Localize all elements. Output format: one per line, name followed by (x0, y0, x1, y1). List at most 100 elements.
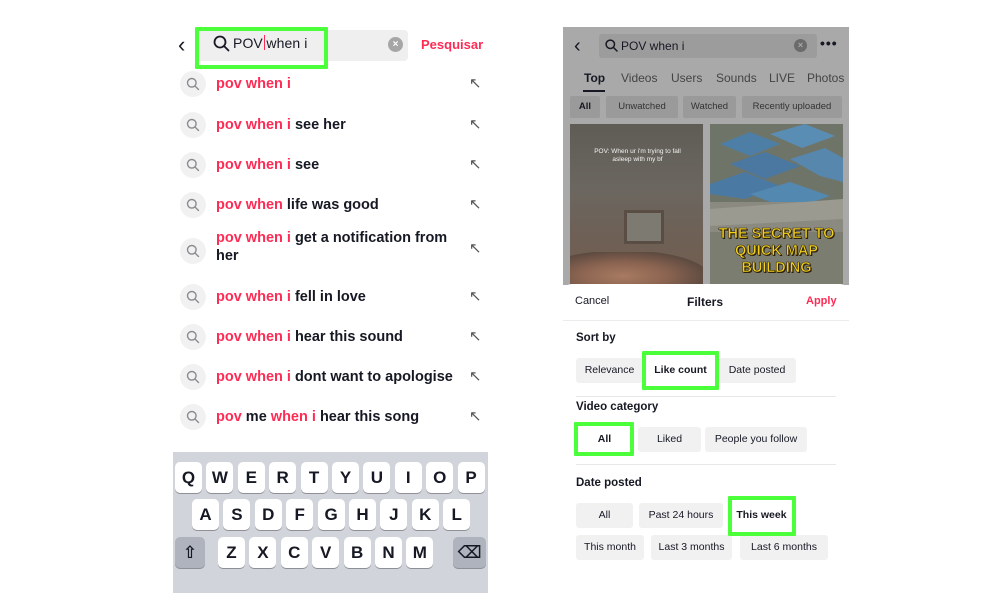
key-h[interactable]: H (349, 499, 376, 530)
key-r[interactable]: R (269, 462, 297, 493)
sort-by-title: Sort by (576, 332, 616, 344)
suggestion-item[interactable]: pov when i see her ↖ (173, 105, 488, 145)
key-k[interactable]: K (411, 499, 439, 530)
person-figure (570, 252, 703, 285)
key-a[interactable]: A (192, 499, 219, 530)
key-p[interactable]: P (457, 462, 485, 493)
search-icon (180, 238, 206, 264)
filters-sheet: Cancel Filters Apply Sort by Relevance L… (563, 284, 849, 593)
search-icon (180, 324, 206, 350)
key-i[interactable]: I (394, 462, 422, 493)
key-w[interactable]: W (206, 462, 234, 493)
fill-query-arrow-icon[interactable]: ↖ (469, 74, 482, 92)
shift-key-icon[interactable]: ⇧ (175, 537, 205, 568)
suggestion-rest: me (241, 409, 271, 425)
fill-query-arrow-icon[interactable]: ↖ (469, 115, 482, 133)
key-z[interactable]: Z (218, 537, 245, 568)
chip-recently-uploaded[interactable]: Recently uploaded (742, 96, 842, 118)
date-last-3-months-option[interactable]: Last 3 months (651, 535, 732, 560)
chip-all[interactable]: All (570, 96, 600, 118)
date-all-option[interactable]: All (576, 503, 633, 528)
search-icon (180, 404, 206, 430)
suggestion-item[interactable]: pov when i ↖ (173, 64, 488, 104)
chip-unwatched[interactable]: Unwatched (606, 96, 678, 118)
suggestion-item[interactable]: pov when life was good ↖ (173, 185, 488, 225)
suggestion-item[interactable]: pov me when i hear this song ↖ (173, 397, 488, 437)
sort-like-count-option[interactable]: Like count (647, 358, 714, 383)
suggestion-item[interactable]: pov when i hear this sound ↖ (173, 317, 488, 357)
search-icon (180, 364, 206, 390)
key-s[interactable]: S (223, 499, 251, 530)
clear-icon[interactable]: × (794, 39, 807, 52)
category-liked-option[interactable]: Liked (638, 427, 701, 452)
fill-query-arrow-icon[interactable]: ↖ (469, 407, 482, 425)
fill-query-arrow-icon[interactable]: ↖ (469, 195, 482, 213)
suggestion-text: pov when i (216, 75, 456, 93)
fill-query-arrow-icon[interactable]: ↖ (469, 367, 482, 385)
suggestion-highlight: pov when i (216, 157, 291, 173)
backspace-key-icon[interactable]: ⌫ (453, 537, 486, 568)
key-e[interactable]: E (237, 462, 265, 493)
key-b[interactable]: B (343, 537, 371, 568)
key-v[interactable]: V (312, 537, 340, 568)
suggestion-rest: see (290, 157, 320, 173)
fill-query-arrow-icon[interactable]: ↖ (469, 239, 482, 257)
key-u[interactable]: U (363, 462, 391, 493)
suggestion-rest: hear this sound (290, 329, 403, 345)
on-screen-keyboard: Q W E R T Y U I O P A S D F G H J K L ⇧ Z X C V B N M ⌫ (173, 452, 488, 593)
sort-relevance-option[interactable]: Relevance (576, 358, 643, 383)
suggestion-item[interactable]: pov when i get a notification from her ↖ (173, 227, 488, 267)
suggestion-highlight: pov when i (216, 230, 291, 246)
suggestion-item[interactable]: pov when i see ↖ (173, 145, 488, 185)
fill-query-arrow-icon[interactable]: ↖ (469, 327, 482, 345)
search-icon (180, 112, 206, 138)
search-submit-button[interactable]: Pesquisar (421, 37, 483, 52)
clear-icon[interactable]: × (388, 37, 403, 52)
tab-sounds[interactable]: Sounds (716, 71, 757, 85)
date-this-week-option[interactable]: This week (731, 503, 792, 528)
key-l[interactable]: L (443, 499, 471, 530)
suggestion-item[interactable]: pov when i dont want to apologise ↖ (173, 357, 488, 397)
back-chevron-icon[interactable]: ‹ (574, 36, 581, 56)
apply-button[interactable]: Apply (806, 295, 837, 307)
cancel-button[interactable]: Cancel (575, 295, 609, 307)
key-x[interactable]: X (249, 537, 277, 568)
tab-live[interactable]: LIVE (769, 71, 795, 85)
video-thumbnail[interactable]: POV: When ur i'm trying to fall asleep w… (570, 124, 703, 285)
key-t[interactable]: T (300, 462, 328, 493)
key-o[interactable]: O (426, 462, 454, 493)
date-this-month-option[interactable]: This month (576, 535, 644, 560)
suggestion-item[interactable]: pov when i fell in love ↖ (173, 277, 488, 317)
chip-watched[interactable]: Watched (683, 96, 736, 118)
sort-date-posted-option[interactable]: Date posted (718, 358, 796, 383)
video-thumbnail[interactable]: THE SECRET TO QUICK MAP BUILDING (710, 124, 843, 285)
date-past-24-hours-option[interactable]: Past 24 hours (639, 503, 723, 528)
suggestion-highlight: pov when i (216, 76, 291, 92)
suggestion-rest: see her (290, 117, 346, 133)
key-g[interactable]: G (317, 499, 345, 530)
key-m[interactable]: M (406, 537, 434, 568)
category-all-option[interactable]: All (579, 427, 630, 452)
category-people-you-follow-option[interactable]: People you follow (705, 427, 807, 452)
fill-query-arrow-icon[interactable]: ↖ (469, 287, 482, 305)
more-options-icon[interactable]: ••• (820, 35, 838, 51)
tab-users[interactable]: Users (671, 71, 702, 85)
key-n[interactable]: N (375, 537, 402, 568)
key-c[interactable]: C (280, 537, 308, 568)
key-f[interactable]: F (286, 499, 314, 530)
tab-top[interactable]: Top (584, 71, 605, 85)
key-q[interactable]: Q (175, 462, 202, 493)
suggestion-highlight: pov (216, 409, 242, 425)
key-j[interactable]: J (380, 499, 408, 530)
tab-videos[interactable]: Videos (621, 71, 657, 85)
tab-photos[interactable]: Photos (807, 71, 844, 85)
suggestion-rest: dont want to apologise (290, 369, 453, 385)
back-chevron-icon[interactable]: ‹ (178, 34, 185, 56)
search-results-filters-screen: ‹ POV when i × ••• Top Videos Users Soun… (563, 27, 849, 593)
search-suggestions-screen: ‹ POV when i × Pesquisar pov when i ↖ pov w… (173, 27, 488, 593)
key-d[interactable]: D (254, 499, 282, 530)
divider (576, 464, 836, 465)
key-y[interactable]: Y (332, 462, 359, 493)
date-last-6-months-option[interactable]: Last 6 months (740, 535, 828, 560)
fill-query-arrow-icon[interactable]: ↖ (469, 155, 482, 173)
